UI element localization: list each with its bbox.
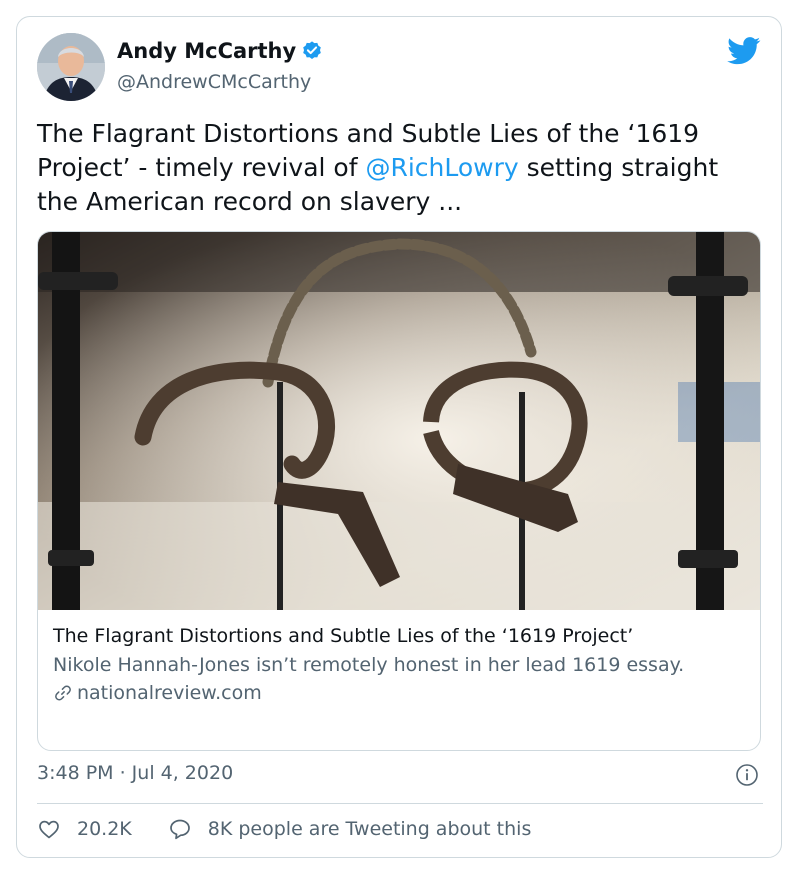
link-card-domain: nationalreview.com — [53, 682, 743, 704]
avatar[interactable] — [37, 33, 105, 101]
link-preview-card[interactable]: The Flagrant Distortions and Subtle Lies… — [37, 231, 761, 751]
author-name[interactable]: Andy McCarthy — [117, 39, 296, 63]
like-count: 20.2K — [77, 818, 132, 840]
link-card-title: The Flagrant Distortions and Subtle Lies… — [53, 625, 634, 647]
like-button[interactable]: 20.2K — [37, 817, 132, 841]
tweet-text: The Flagrant Distortions and Subtle Lies… — [37, 117, 767, 219]
tweeting-about-link[interactable]: 8K people are Tweeting about this — [168, 817, 532, 841]
author-handle[interactable]: @AndrewCMcCarthy — [117, 71, 311, 93]
link-card-info: The Flagrant Distortions and Subtle Lies… — [53, 624, 743, 704]
tweeting-about-text: 8K people are Tweeting about this — [207, 818, 532, 840]
speech-bubble-icon — [169, 819, 190, 840]
info-icon[interactable] — [735, 763, 759, 787]
mention-link[interactable]: @RichLowry — [365, 153, 518, 182]
divider — [37, 803, 763, 804]
twitter-bird-icon[interactable] — [727, 37, 761, 65]
link-icon — [55, 685, 71, 701]
avatar-photo — [37, 33, 105, 101]
tweet-timestamp[interactable]: 3:48 PM · Jul 4, 2020 — [37, 762, 233, 784]
link-preview-image[interactable] — [38, 232, 761, 610]
link-card-description: Nikole Hannah-Jones isn’t remotely hones… — [53, 654, 685, 676]
tweet-card: Andy McCarthy @AndrewCMcCarthy The Flagr… — [16, 16, 782, 858]
author-name-row: Andy McCarthy — [117, 39, 323, 63]
verified-badge-icon — [303, 41, 322, 59]
link-card-domain-text: nationalreview.com — [77, 682, 262, 704]
heart-icon — [39, 820, 59, 839]
tweet-actions: 20.2K 8K people are Tweeting about this — [37, 817, 531, 841]
